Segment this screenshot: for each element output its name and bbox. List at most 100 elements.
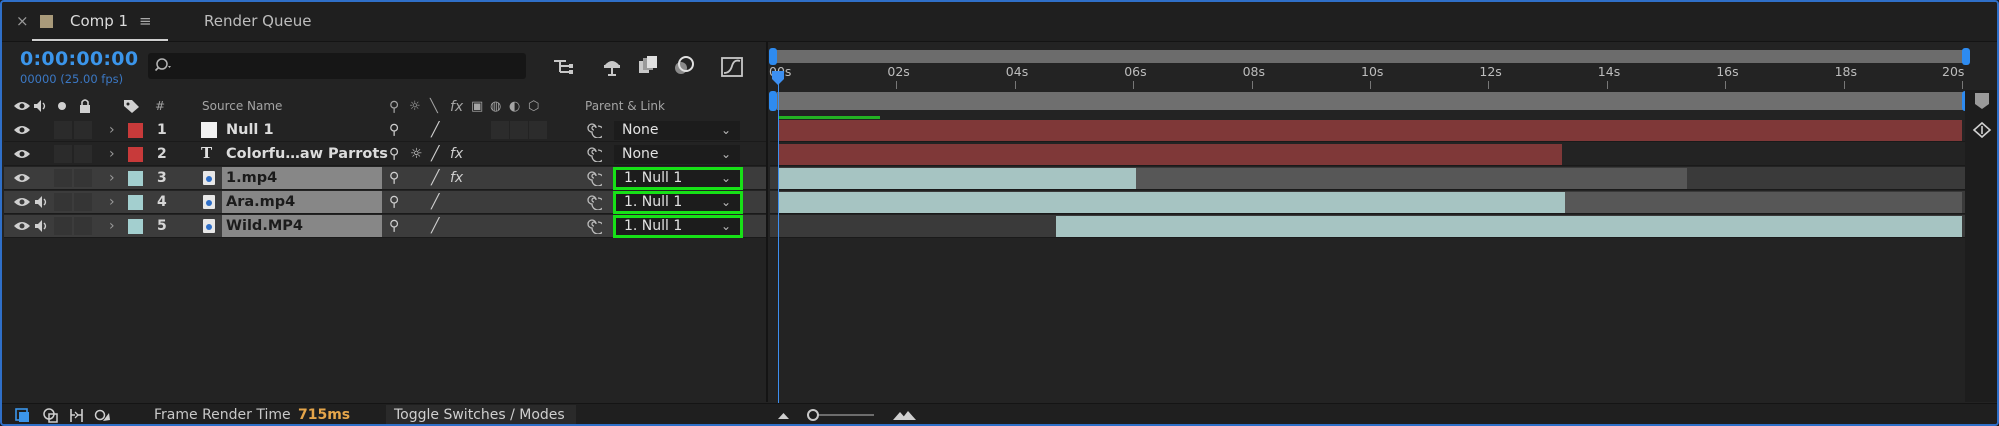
quality-switch-icon[interactable]: ╱ — [431, 146, 439, 162]
layer-row[interactable]: › 1 Null 1 ⚲ ╱ None ⌄ — [4, 119, 766, 142]
layer-duration-bar[interactable] — [778, 144, 1563, 165]
parent-dropdown[interactable]: 1. Null 1 ⌄ — [613, 167, 743, 190]
label-tag-icon[interactable] — [123, 98, 141, 114]
quality-switch-icon[interactable]: ╱ — [431, 170, 439, 186]
video-column-eye-icon[interactable] — [13, 99, 31, 113]
time-ruler[interactable]: 00s02s04s06s08s10s12s14s16s18s20s — [769, 64, 1970, 90]
layer-name[interactable]: Ara.mp4 — [222, 191, 382, 213]
label-color-swatch[interactable] — [128, 195, 143, 210]
parent-pickwhip-icon[interactable] — [586, 146, 602, 162]
panel-menu-icon[interactable]: ≡ — [139, 12, 152, 30]
layer-switches-pane-icon[interactable] — [14, 407, 31, 424]
parent-dropdown[interactable]: 1. Null 1 ⌄ — [613, 191, 743, 214]
layer-track-row[interactable] — [770, 167, 1965, 190]
panel-divider[interactable] — [766, 42, 768, 402]
label-color-swatch[interactable] — [128, 219, 143, 234]
parent-dropdown[interactable]: None ⌄ — [614, 121, 740, 140]
layer-name[interactable]: Wild.MP4 — [222, 215, 382, 237]
layer-row[interactable]: › 5 Wild.MP4 ⚲ ╱ 1. Null 1 ⌄ — [4, 215, 766, 238]
solo-column-dot-icon[interactable] — [58, 102, 66, 110]
lock-column-icon[interactable] — [78, 98, 92, 114]
time-navigator-bar[interactable] — [770, 50, 1969, 63]
twirl-arrow-icon[interactable]: › — [109, 218, 115, 234]
graph-editor-icon[interactable] — [718, 52, 746, 80]
lock-switch[interactable] — [74, 217, 92, 235]
layer-row[interactable]: › 3 1.mp4 ⚲ ╱ fx 1. Null 1 ⌄ — [4, 167, 766, 190]
zoom-in-mountains-icon[interactable] — [892, 407, 918, 424]
current-time-indicator-line[interactable] — [778, 76, 779, 404]
video-visibility-eye-icon[interactable] — [13, 219, 31, 233]
layer-track-area[interactable] — [770, 119, 1965, 404]
parent-dropdown[interactable]: 1. Null 1 ⌄ — [613, 215, 743, 238]
layer-name[interactable]: 1.mp4 — [222, 167, 382, 189]
composition-flowchart-icon[interactable] — [550, 52, 578, 80]
twirl-arrow-icon[interactable]: › — [109, 122, 115, 138]
layer-name[interactable]: Colorfu…aw Parrots — [222, 143, 392, 165]
twirl-arrow-icon[interactable]: › — [109, 170, 115, 186]
transfer-controls-pane-icon[interactable] — [42, 407, 59, 424]
effects-switch-icon[interactable]: fx — [450, 146, 463, 162]
solo-switch[interactable] — [54, 169, 72, 187]
column-source-name[interactable]: Source Name — [202, 99, 282, 113]
layer-row[interactable]: › 2 T Colorfu…aw Parrots ⚲ ☼ ╱ fx None ⌄ — [4, 143, 766, 166]
render-time-pane-icon[interactable] — [94, 407, 111, 424]
solo-switch[interactable] — [54, 217, 72, 235]
work-area-bar[interactable] — [777, 92, 1963, 110]
tab-comp-1[interactable]: Comp 1 — [70, 12, 128, 30]
motion-blur-switch[interactable] — [491, 121, 509, 139]
solo-switch[interactable] — [54, 145, 72, 163]
shy-switch-icon[interactable]: ⚲ — [389, 146, 399, 162]
layer-track-row[interactable] — [770, 215, 1965, 238]
label-color-swatch[interactable] — [128, 171, 143, 186]
layer-row[interactable]: › 4 Ara.mp4 ⚲ ╱ 1. Null 1 ⌄ — [4, 191, 766, 214]
layer-duration-bar[interactable] — [778, 168, 1137, 189]
zoom-slider-track[interactable] — [814, 414, 874, 416]
shy-switch-icon[interactable]: ⚲ — [389, 194, 399, 210]
audio-speaker-icon[interactable] — [34, 195, 50, 209]
close-tab-icon[interactable]: × — [16, 12, 29, 30]
parent-pickwhip-icon[interactable] — [586, 122, 602, 138]
shy-layers-icon[interactable] — [598, 52, 626, 80]
audio-speaker-icon[interactable] — [34, 219, 50, 233]
quality-switch-icon[interactable]: ╱ — [431, 194, 439, 210]
zoom-slider-handle[interactable] — [807, 409, 819, 421]
adjustment-switch[interactable] — [510, 121, 528, 139]
layer-duration-extension[interactable] — [1136, 168, 1687, 189]
quality-switch-icon[interactable]: ╱ — [431, 122, 439, 138]
parent-pickwhip-icon[interactable] — [586, 218, 602, 234]
video-visibility-eye-icon[interactable] — [13, 147, 31, 161]
tab-render-queue[interactable]: Render Queue — [204, 12, 311, 30]
shy-switch-icon[interactable]: ⚲ — [389, 218, 399, 234]
frame-blending-icon[interactable] — [634, 52, 662, 80]
lock-switch[interactable] — [74, 121, 92, 139]
column-parent-link[interactable]: Parent & Link — [585, 99, 665, 113]
video-visibility-eye-icon[interactable] — [13, 123, 31, 137]
comp-marker-bin-icon[interactable] — [1970, 120, 1994, 140]
layer-search-input[interactable] — [148, 53, 526, 79]
3d-switch[interactable] — [529, 121, 547, 139]
video-visibility-eye-icon[interactable] — [13, 171, 31, 185]
effects-switch-icon[interactable]: fx — [450, 170, 463, 186]
twirl-arrow-icon[interactable]: › — [109, 146, 115, 162]
layer-duration-bar[interactable] — [1056, 216, 1962, 237]
lock-switch[interactable] — [74, 193, 92, 211]
in-out-pane-icon[interactable] — [68, 407, 85, 424]
audio-column-speaker-icon[interactable] — [33, 99, 49, 113]
navigator-end-marker-icon[interactable] — [1974, 92, 1990, 110]
layer-track-row[interactable] — [770, 143, 1965, 166]
time-navigator-end-handle[interactable] — [1962, 48, 1970, 65]
layer-duration-bar[interactable] — [778, 120, 1962, 141]
layer-name[interactable]: Null 1 — [222, 119, 278, 141]
lock-switch[interactable] — [74, 169, 92, 187]
shy-switch-icon[interactable]: ⚲ — [389, 122, 399, 138]
layer-duration-extension[interactable] — [1565, 192, 1962, 213]
video-visibility-eye-icon[interactable] — [13, 195, 31, 209]
current-time-indicator-head[interactable] — [771, 70, 785, 86]
zoom-out-mountain-icon[interactable] — [775, 407, 792, 424]
toggle-switches-modes-button[interactable]: Toggle Switches / Modes — [386, 405, 576, 424]
current-time-display[interactable]: 0:00:00:00 — [20, 48, 138, 70]
work-area-start-handle[interactable] — [769, 91, 777, 111]
solo-switch[interactable] — [54, 121, 72, 139]
quality-switch-icon[interactable]: ╱ — [431, 218, 439, 234]
shy-switch-icon[interactable]: ⚲ — [389, 170, 399, 186]
